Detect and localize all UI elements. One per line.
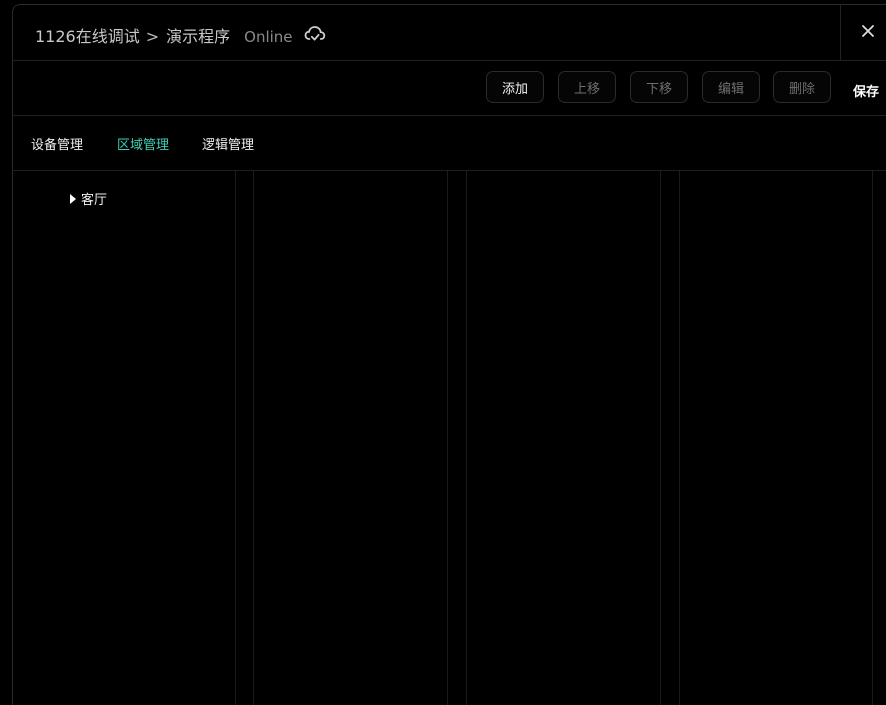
column-divider xyxy=(466,171,467,705)
breadcrumb-project[interactable]: 1126在线调试 xyxy=(35,27,140,46)
column-divider xyxy=(872,171,873,705)
add-button[interactable]: 添加 xyxy=(486,71,544,103)
move-up-button[interactable]: 上移 xyxy=(558,71,616,103)
breadcrumb: 1126在线调试 > 演示程序 Online xyxy=(35,23,293,47)
close-icon[interactable] xyxy=(861,24,875,38)
delete-button[interactable]: 删除 xyxy=(773,71,831,103)
tab-bar: 设备管理 区域管理 逻辑管理 xyxy=(13,116,886,171)
tree-item-label: 客厅 xyxy=(81,193,108,208)
title-bar: 1126在线调试 > 演示程序 Online xyxy=(13,5,886,61)
tab-area-management[interactable]: 区域管理 xyxy=(117,134,169,153)
dialog-window: 1126在线调试 > 演示程序 Online 添加 上移 下移 编辑 删除 保存 设备… xyxy=(12,4,886,705)
breadcrumb-separator: > xyxy=(145,27,160,46)
column-divider xyxy=(447,171,448,705)
breadcrumb-program: 演示程序 xyxy=(166,27,231,46)
save-button[interactable]: 保存 xyxy=(853,81,879,100)
content-area: 客厅 xyxy=(13,171,886,705)
tab-logic-management[interactable]: 逻辑管理 xyxy=(202,134,254,153)
column-divider xyxy=(679,171,680,705)
tree-item-living-room[interactable]: 客厅 xyxy=(70,189,107,208)
tab-device-management[interactable]: 设备管理 xyxy=(31,134,83,153)
column-divider xyxy=(660,171,661,705)
caret-right-icon[interactable] xyxy=(70,193,76,204)
edit-button[interactable]: 编辑 xyxy=(702,71,760,103)
move-down-button[interactable]: 下移 xyxy=(630,71,688,103)
column-divider xyxy=(235,171,236,705)
toolbar: 添加 上移 下移 编辑 删除 保存 xyxy=(13,61,886,116)
cloud-check-icon[interactable] xyxy=(304,24,326,44)
close-button[interactable] xyxy=(840,5,886,60)
column-divider xyxy=(253,171,254,705)
status-badge: Online xyxy=(244,28,293,46)
